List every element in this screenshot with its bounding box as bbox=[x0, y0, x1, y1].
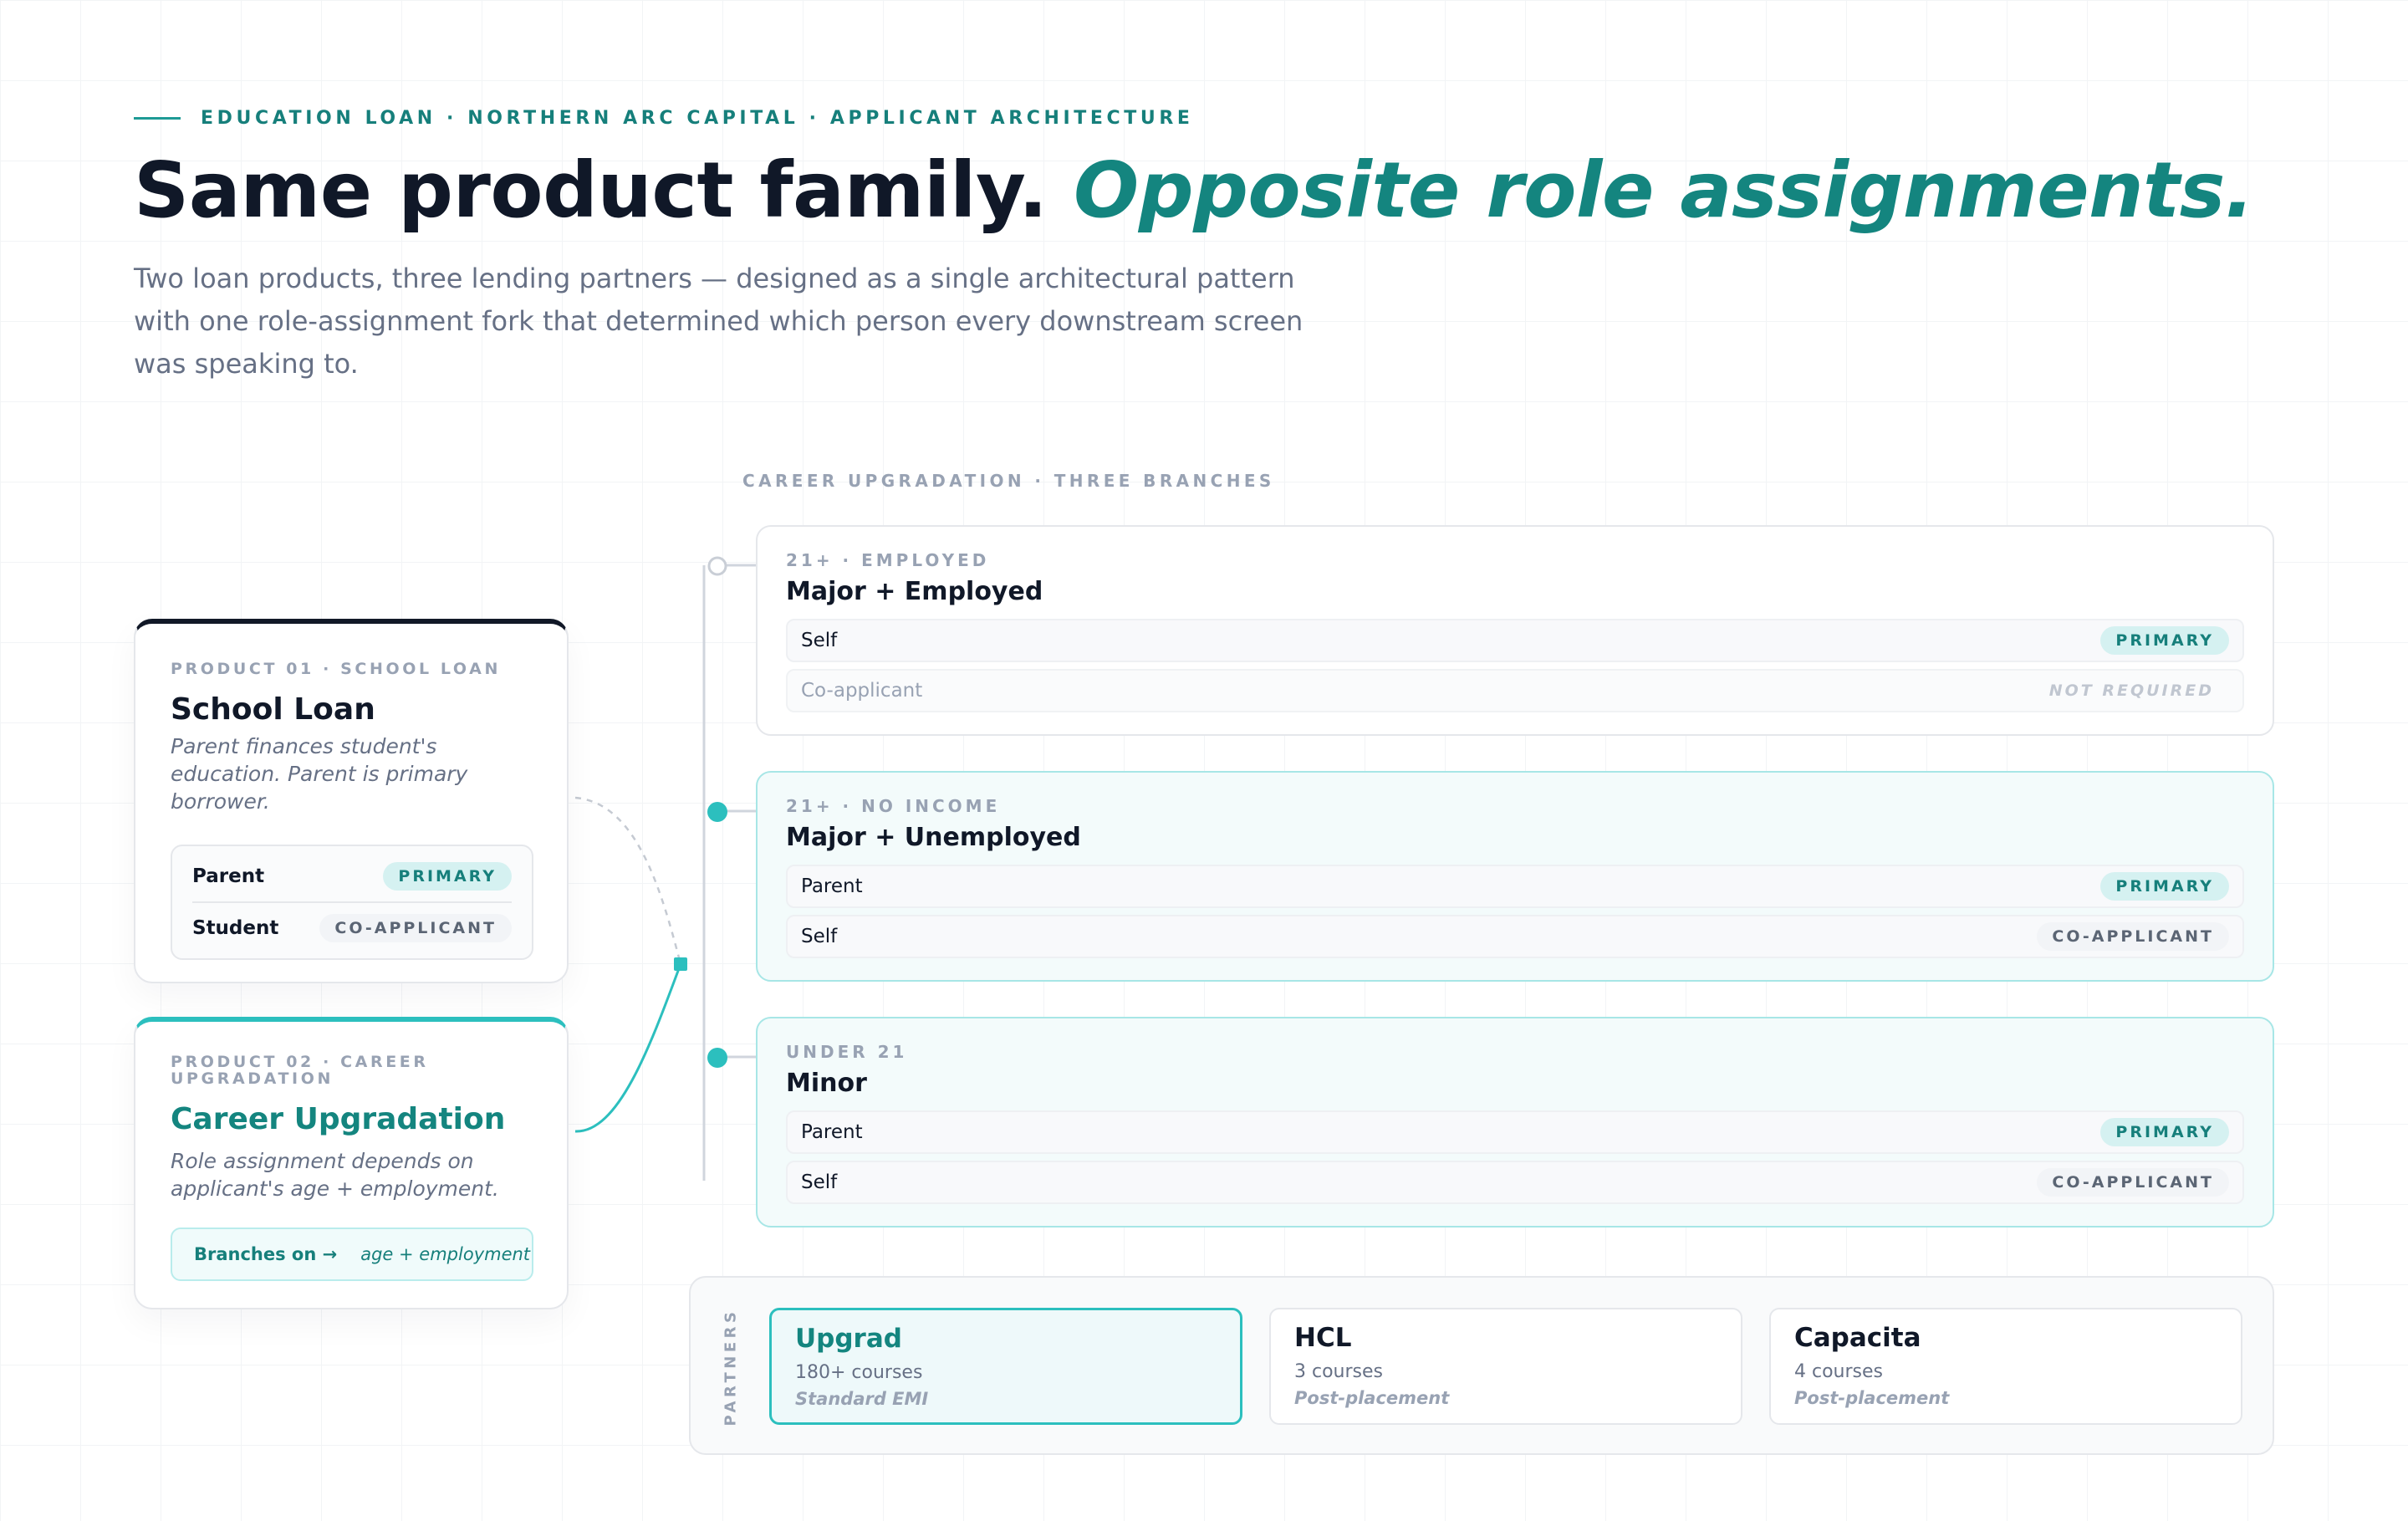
product-title: School Loan bbox=[171, 692, 375, 727]
branch-role-row: Co-applicant NOT REQUIRED bbox=[786, 669, 2244, 712]
school-connector bbox=[574, 796, 682, 965]
partner-courses: 4 courses bbox=[1794, 1361, 1883, 1382]
role-box: Parent PRIMARY Student CO-APPLICANT bbox=[171, 845, 533, 960]
branch-role-label: Self bbox=[801, 630, 838, 651]
branches-on-chip: Branches on → age + employment bbox=[171, 1228, 533, 1281]
partner-courses: 180+ courses bbox=[795, 1362, 923, 1383]
primary-badge: PRIMARY bbox=[2100, 872, 2229, 901]
branch-node-2 bbox=[707, 802, 727, 822]
branch-role-label: Self bbox=[801, 1171, 838, 1193]
branch-node-3 bbox=[707, 1048, 727, 1068]
role-divider bbox=[192, 901, 512, 903]
branch-role-label: Parent bbox=[801, 1121, 863, 1143]
product-description: Role assignment depends on applicant's a… bbox=[171, 1149, 499, 1201]
branch-card-major-unemployed[interactable]: 21+ · NO INCOME Major + Unemployed Paren… bbox=[756, 771, 2274, 982]
branch-eyebrow: 21+ · NO INCOME bbox=[786, 796, 1001, 816]
branch-card-minor[interactable]: UNDER 21 Minor Parent PRIMARY Self CO-AP… bbox=[756, 1017, 2274, 1228]
branch-role-row: Self CO-APPLICANT bbox=[786, 1161, 2244, 1204]
branch-role-row: Self CO-APPLICANT bbox=[786, 915, 2244, 958]
branch-role-row: Self PRIMARY bbox=[786, 619, 2244, 662]
role-name: Parent bbox=[192, 865, 265, 887]
co-applicant-badge: CO-APPLICANT bbox=[319, 914, 512, 942]
branch-chip-value: age + employment bbox=[360, 1244, 531, 1264]
product-description: Parent finances student's education. Par… bbox=[171, 734, 468, 814]
not-required-badge: NOT REQUIRED bbox=[2048, 681, 2214, 700]
branch-role-row: Parent PRIMARY bbox=[786, 865, 2244, 908]
product-eyebrow: PRODUCT 02 · CAREER UPGRADATION bbox=[171, 1053, 429, 1088]
product-eyebrow: PRODUCT 01 · SCHOOL LOAN bbox=[171, 660, 501, 678]
branch-role-label: Parent bbox=[801, 875, 863, 897]
partner-name: Upgrad bbox=[795, 1324, 902, 1354]
product-title: Career Upgradation bbox=[171, 1102, 506, 1136]
branch-title: Major + Employed bbox=[786, 577, 1043, 606]
primary-badge: PRIMARY bbox=[383, 862, 512, 891]
career-connector bbox=[574, 963, 682, 1133]
role-row: Student CO-APPLICANT bbox=[192, 910, 512, 947]
fork-node bbox=[674, 957, 687, 971]
primary-badge: PRIMARY bbox=[2100, 1118, 2229, 1146]
partner-card-upgrad[interactable]: Upgrad 180+ courses Standard EMI bbox=[769, 1308, 1242, 1425]
role-row: Parent PRIMARY bbox=[192, 858, 512, 895]
partner-card-hcl[interactable]: HCL 3 courses Post-placement bbox=[1269, 1308, 1742, 1425]
partner-terms: Standard EMI bbox=[795, 1389, 929, 1409]
branch-node-1 bbox=[707, 556, 727, 576]
primary-badge: PRIMARY bbox=[2100, 626, 2229, 655]
branch-chip-key: Branches on → bbox=[194, 1244, 338, 1264]
branch-card-major-employed[interactable]: 21+ · EMPLOYED Major + Employed Self PRI… bbox=[756, 525, 2274, 736]
branches-label: CAREER UPGRADATION · THREE BRANCHES bbox=[742, 471, 1275, 491]
partner-name: HCL bbox=[1294, 1323, 1352, 1353]
branch-role-label: Self bbox=[801, 926, 838, 947]
branch-role-label: Co-applicant bbox=[801, 680, 923, 702]
partners-label: PARTNERS bbox=[722, 1308, 740, 1427]
product-card-career-upgradation[interactable]: PRODUCT 02 · CAREER UPGRADATION Career U… bbox=[134, 1017, 569, 1309]
branch-eyebrow: 21+ · EMPLOYED bbox=[786, 550, 990, 570]
branch-role-row: Parent PRIMARY bbox=[786, 1110, 2244, 1154]
role-name: Student bbox=[192, 917, 279, 939]
branch-eyebrow: UNDER 21 bbox=[786, 1042, 908, 1062]
branch-title: Major + Unemployed bbox=[786, 823, 1081, 852]
partners-panel: PARTNERS Upgrad 180+ courses Standard EM… bbox=[689, 1276, 2274, 1455]
partner-terms: Post-placement bbox=[1294, 1388, 1450, 1408]
co-applicant-badge: CO-APPLICANT bbox=[2037, 922, 2229, 951]
product-card-school-loan[interactable]: PRODUCT 01 · SCHOOL LOAN School Loan Par… bbox=[134, 619, 569, 983]
branch-title: Minor bbox=[786, 1069, 867, 1098]
partner-terms: Post-placement bbox=[1794, 1388, 1950, 1408]
partner-courses: 3 courses bbox=[1294, 1361, 1383, 1382]
co-applicant-badge: CO-APPLICANT bbox=[2037, 1168, 2229, 1197]
partner-name: Capacita bbox=[1794, 1323, 1921, 1353]
partner-card-capacita[interactable]: Capacita 4 courses Post-placement bbox=[1769, 1308, 2242, 1425]
